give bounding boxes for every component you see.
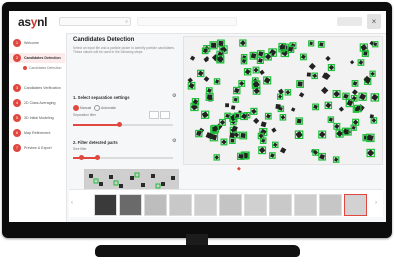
particle xyxy=(233,97,238,102)
slider-knob-min[interactable] xyxy=(79,155,84,161)
particle xyxy=(229,132,235,139)
step-label: 3D Initial Modeling xyxy=(24,116,54,120)
particle xyxy=(309,41,313,46)
thumbnail[interactable] xyxy=(169,194,192,216)
substep-dot-icon xyxy=(23,66,27,70)
step-label: Candidates Detection xyxy=(24,56,61,60)
thumbnail[interactable] xyxy=(119,194,142,216)
monitor-frame: asynl ⌕ × 1 Welcome 2 Candidates Detecti… xyxy=(2,2,392,238)
particle xyxy=(296,118,302,124)
particle xyxy=(363,51,368,56)
field-label: Separation filter xyxy=(73,113,97,117)
thumbnail[interactable] xyxy=(319,194,342,216)
particle xyxy=(306,72,311,77)
field-label: Size filter xyxy=(73,147,87,151)
particle xyxy=(238,153,244,159)
thumbnail[interactable] xyxy=(269,194,292,216)
particle xyxy=(207,94,213,100)
workflow-sidebar: 1 Welcome 2 Candidates Detection Candida… xyxy=(9,33,67,222)
settings-gear-icon[interactable]: ⚙ xyxy=(172,138,176,144)
thumbnail[interactable] xyxy=(94,194,117,216)
slider-knob-max[interactable] xyxy=(95,155,100,161)
value-field-b[interactable] xyxy=(160,111,170,119)
thumbnail[interactable] xyxy=(244,194,267,216)
particle xyxy=(288,46,294,52)
sidebar-step-preview-export[interactable]: 7 Preview & Export xyxy=(13,143,64,153)
search-icon: ⌕ xyxy=(125,19,128,25)
search-input[interactable]: ⌕ xyxy=(59,17,131,26)
separation-slider[interactable] xyxy=(73,122,173,128)
page-indicator-icon[interactable]: ◆ xyxy=(237,166,241,172)
step-label: Map Refinement xyxy=(24,131,51,135)
page-title: Candidates Detection xyxy=(73,37,135,43)
step-number-icon: 3 xyxy=(13,84,21,92)
particle xyxy=(240,133,246,138)
section-title: 1. Select separation settings xyxy=(73,95,130,100)
sidebar-step-map-refinement[interactable]: 6 Map Refinement xyxy=(13,128,64,138)
particle xyxy=(250,52,257,59)
particle xyxy=(231,105,236,110)
sidebar-step-candidates-detection[interactable]: 2 Candidates Detection xyxy=(9,53,65,63)
page-description: Select an input file and a particle pick… xyxy=(73,46,175,55)
radio-automatic[interactable]: Automatic xyxy=(93,105,116,111)
step-label: Welcome xyxy=(24,41,39,45)
monitor-stand-base xyxy=(95,245,300,257)
step-number-icon: 2 xyxy=(13,54,21,62)
app-screen: asynl ⌕ × 1 Welcome 2 Candidates Detecti… xyxy=(9,11,386,222)
sidebar-step-3d-initial[interactable]: 5 3D Initial Modeling xyxy=(13,113,64,123)
top-bar: asynl ⌕ × xyxy=(9,11,386,34)
mode-radio-group: Manual Automatic xyxy=(73,105,116,111)
thumbnail[interactable] xyxy=(294,194,317,216)
particle xyxy=(235,114,240,118)
particle xyxy=(218,40,224,46)
value-field-a[interactable] xyxy=(149,111,159,119)
step-number-icon: 1 xyxy=(13,39,21,47)
micrograph-viewer[interactable] xyxy=(183,36,383,165)
step-label: Preview & Export xyxy=(24,146,52,150)
particle xyxy=(275,103,281,110)
step-label: 2D Class Averaging xyxy=(24,101,56,105)
close-button[interactable]: × xyxy=(367,14,381,29)
top-action-button[interactable] xyxy=(337,17,362,26)
app-logo: asynl xyxy=(18,15,48,29)
slider-knob[interactable] xyxy=(117,122,122,128)
step-number-icon: 6 xyxy=(13,129,21,137)
micrograph-filmstrip: ‹ › xyxy=(69,189,383,217)
particle xyxy=(211,42,217,48)
particle xyxy=(297,81,303,87)
thumbnail[interactable] xyxy=(194,194,217,216)
particle xyxy=(230,138,235,143)
thumbnail[interactable] xyxy=(144,194,167,216)
step-number-icon: 5 xyxy=(13,114,21,122)
thumbnail-selected[interactable] xyxy=(344,194,367,216)
section-title: 2. Filter detected parts xyxy=(73,140,118,145)
breadcrumb-field xyxy=(137,17,237,26)
chevron-left-icon[interactable]: ‹ xyxy=(71,200,73,206)
step-number-icon: 7 xyxy=(13,144,21,152)
substep-label: Candidates Detection xyxy=(29,66,62,70)
particle xyxy=(225,103,230,108)
sidebar-step-welcome[interactable]: 1 Welcome xyxy=(13,38,64,48)
radio-manual[interactable]: Manual xyxy=(73,105,91,111)
chevron-right-icon[interactable]: › xyxy=(375,200,377,206)
settings-gear-icon[interactable]: ⚙ xyxy=(172,93,176,99)
settings-panel: Candidates Detection Select an input fil… xyxy=(69,36,180,176)
sidebar-step-verification[interactable]: 3 Candidates Verification xyxy=(13,83,64,93)
sidebar-step-2d-class[interactable]: 4 2D Class Averaging xyxy=(13,98,64,108)
step-label: Candidates Verification xyxy=(24,86,61,90)
step-number-icon: 4 xyxy=(13,99,21,107)
sidebar-substep[interactable]: Candidates Detection xyxy=(23,64,65,72)
particle xyxy=(319,42,324,47)
thumbnail[interactable] xyxy=(219,194,242,216)
particle-map xyxy=(184,37,382,164)
size-slider[interactable] xyxy=(73,155,173,161)
